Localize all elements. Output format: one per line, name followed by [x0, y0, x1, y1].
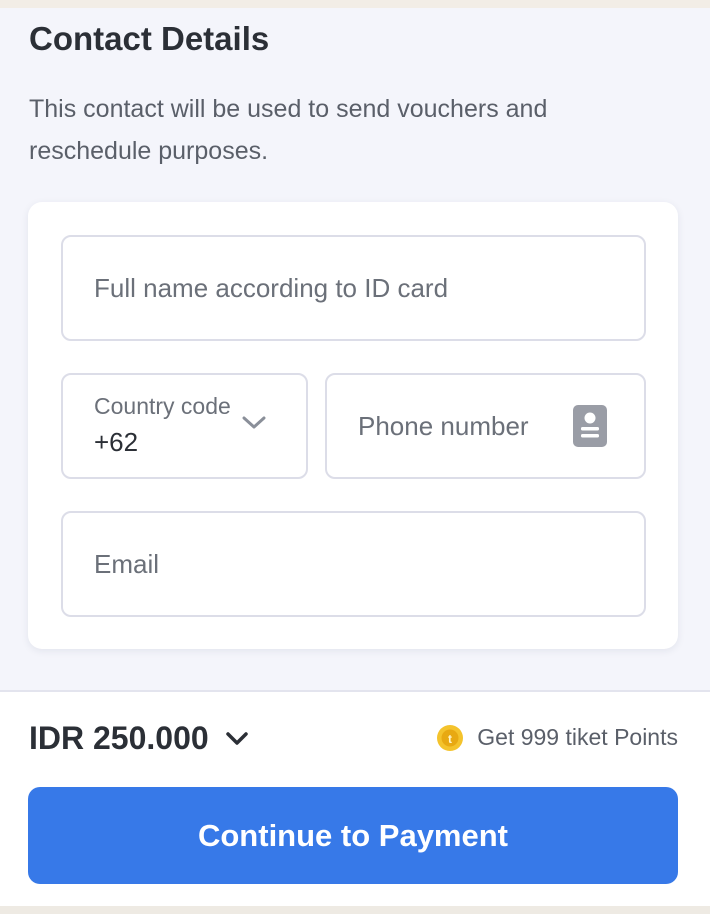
price-summary-toggle[interactable]: IDR 250.000: [29, 720, 249, 757]
section-description: This contact will be used to send vouche…: [29, 95, 548, 165]
points-text: Get 999 tiket Points: [477, 724, 678, 750]
phone-number-field[interactable]: [325, 373, 646, 479]
country-code-value: +62: [94, 427, 139, 457]
svg-text:t: t: [448, 732, 452, 746]
bottom-strip: [0, 906, 710, 914]
email-input[interactable]: [94, 513, 559, 615]
checkout-footer: IDR 250.000 t Get 999 tiket Points Conti…: [0, 692, 710, 914]
full-name-input[interactable]: [94, 237, 559, 339]
top-strip: [0, 0, 710, 8]
contact-form-card: Country code +62: [28, 202, 678, 649]
chevron-down-icon: [242, 416, 266, 429]
phone-number-input[interactable]: [358, 375, 558, 477]
total-price: IDR 250.000: [29, 720, 209, 756]
tiket-coin-icon: t: [437, 724, 464, 751]
full-name-field[interactable]: [61, 235, 646, 341]
section-title: Contact Details: [29, 20, 270, 57]
country-code-label: Country code: [94, 393, 231, 419]
contact-book-icon[interactable]: [573, 405, 607, 447]
continue-to-payment-button[interactable]: Continue to Payment: [28, 787, 678, 884]
chevron-down-icon: [225, 731, 248, 745]
email-field[interactable]: [61, 511, 646, 617]
points-reward: t Get 999 tiket Points: [437, 724, 678, 751]
country-code-select[interactable]: Country code +62: [61, 373, 308, 479]
